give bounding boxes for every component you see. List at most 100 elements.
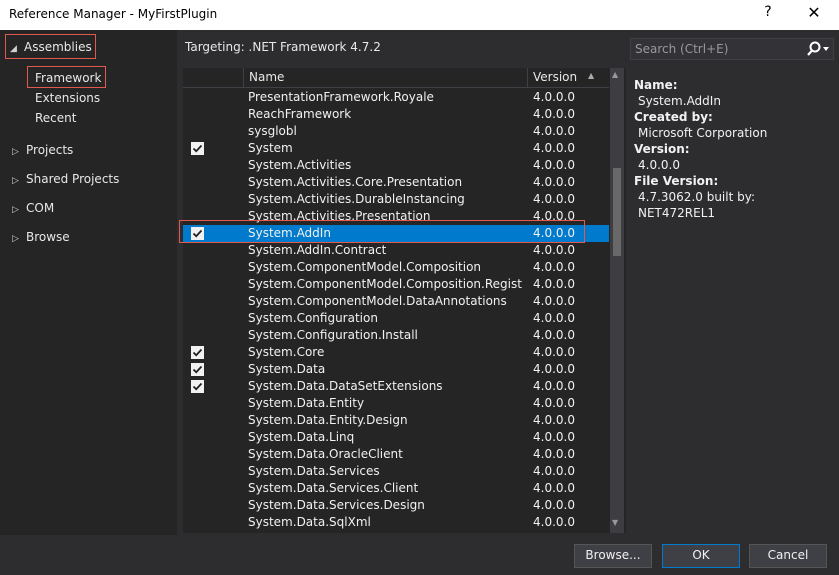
search-input[interactable]: Search (Ctrl+E): [630, 38, 834, 60]
table-row[interactable]: System.Configuration.Install 4.0.0.0: [183, 327, 609, 344]
checkbox-unchecked[interactable]: [191, 516, 204, 529]
checkbox-checked[interactable]: [191, 363, 204, 376]
row-name: System.ComponentModel.Composition: [248, 260, 482, 274]
nav-projects-label: Projects: [26, 143, 74, 157]
table-row[interactable]: sysglobl 4.0.0.0: [183, 123, 609, 140]
checkbox-unchecked[interactable]: [191, 125, 204, 138]
checkbox-unchecked[interactable]: [191, 431, 204, 444]
table-row[interactable]: System.Data.Services.Client 4.0.0.0: [183, 480, 609, 497]
row-name: System.Core: [248, 345, 325, 359]
table-row[interactable]: System.Data.Services 4.0.0.0: [183, 463, 609, 480]
table-row[interactable]: System.Activities.Core.Presentation 4.0.0…: [183, 174, 609, 191]
checkbox-unchecked[interactable]: [191, 397, 204, 410]
row-version: 4.0.0.0: [533, 175, 575, 189]
table-row[interactable]: PresentationFramework.Royale 4.0.0.0: [183, 89, 609, 106]
nav-com[interactable]: ▷ COM: [12, 201, 54, 215]
checkmark-icon: [191, 363, 204, 376]
close-button[interactable]: ✕: [800, 3, 828, 27]
table-row[interactable]: System.Data.Entity 4.0.0.0: [183, 395, 609, 412]
scroll-down-icon[interactable]: ▼: [612, 518, 618, 527]
row-name: System.Data.SqlXml: [248, 515, 371, 529]
cancel-button[interactable]: Cancel: [749, 544, 827, 568]
nav-shared-projects[interactable]: ▷ Shared Projects: [12, 172, 119, 186]
ok-button[interactable]: OK: [662, 544, 740, 568]
row-version: 4.0.0.0: [533, 345, 575, 359]
row-name: System.Data.Services.Client: [248, 481, 419, 495]
search-icon[interactable]: [804, 40, 832, 58]
row-version: 4.0.0.0: [533, 243, 575, 257]
table-row[interactable]: System.Data.Services.Design 4.0.0.0: [183, 497, 609, 514]
checkbox-unchecked[interactable]: [191, 482, 204, 495]
collapsed-arrow-icon: ▷: [12, 147, 19, 157]
detail-file-version-value: 4.7.3062.0 built by: NET472REL1: [638, 190, 755, 220]
browse-button[interactable]: Browse...: [574, 544, 652, 568]
table-row[interactable]: System.Data.Entity.Design 4.0.0.0: [183, 412, 609, 429]
collapsed-arrow-icon: ▷: [12, 205, 19, 215]
list-rows: PresentationFramework.Royale 4.0.0.0 Reach…: [183, 89, 609, 531]
row-version: 4.0.0.0: [533, 362, 575, 376]
row-name: System.Data: [248, 362, 326, 376]
scroll-up-icon[interactable]: ▲: [612, 70, 618, 79]
checkbox-unchecked[interactable]: [191, 261, 204, 274]
table-row[interactable]: System.Core 4.0.0.0: [183, 344, 609, 361]
row-version: 4.0.0.0: [533, 464, 575, 478]
checkbox-unchecked[interactable]: [191, 295, 204, 308]
checkbox-unchecked[interactable]: [191, 329, 204, 342]
table-row[interactable]: System.Data.DataSetExtensions 4.0.0.0: [183, 378, 609, 395]
nav-extensions[interactable]: Extensions: [35, 91, 100, 105]
nav-recent[interactable]: Recent: [35, 111, 76, 125]
row-version: 4.0.0.0: [533, 481, 575, 495]
nav-shared-projects-label: Shared Projects: [26, 172, 120, 186]
table-row[interactable]: System.Configuration 4.0.0.0: [183, 310, 609, 327]
checkbox-unchecked[interactable]: [191, 499, 204, 512]
table-row[interactable]: System.Data 4.0.0.0: [183, 361, 609, 378]
targeting-label: Targeting: .NET Framework 4.7.2: [185, 40, 381, 54]
row-name: System.Data.Services.Design: [248, 498, 425, 512]
row-name: System.Activities: [248, 158, 352, 172]
table-row[interactable]: System 4.0.0.0: [183, 140, 609, 157]
vertical-scrollbar[interactable]: ▲ ▼: [610, 68, 624, 533]
detail-version-label: Version:: [634, 142, 690, 156]
checkbox-unchecked[interactable]: [191, 278, 204, 291]
table-row[interactable]: System.Data.SqlXml 4.0.0.0: [183, 514, 609, 531]
checkbox-unchecked[interactable]: [191, 176, 204, 189]
checkbox-unchecked[interactable]: [191, 414, 204, 427]
left-nav: ◢ Assemblies Framework Extensions Recent …: [0, 30, 177, 535]
row-version: 4.0.0.0: [533, 396, 575, 410]
scrollbar-thumb[interactable]: [613, 168, 621, 256]
checkbox-unchecked[interactable]: [191, 159, 204, 172]
row-name: System.ComponentModel.Composition.Regist…: [248, 277, 523, 291]
checkbox-unchecked[interactable]: [191, 312, 204, 325]
row-version: 4.0.0.0: [533, 515, 575, 529]
table-row[interactable]: System.Activities 4.0.0.0: [183, 157, 609, 174]
table-row[interactable]: System.ComponentModel.DataAnnotations 4.0…: [183, 293, 609, 310]
checkbox-unchecked[interactable]: [191, 448, 204, 461]
help-button[interactable]: ?: [758, 4, 778, 26]
column-version[interactable]: Version: [533, 70, 577, 84]
table-row[interactable]: System.Data.Linq 4.0.0.0: [183, 429, 609, 446]
search-placeholder: Search (Ctrl+E): [635, 42, 729, 56]
checkbox-checked[interactable]: [191, 346, 204, 359]
table-row[interactable]: System.Activities.DurableInstancing 4.0.0…: [183, 191, 609, 208]
table-row[interactable]: System.ComponentModel.Composition.Regist…: [183, 276, 609, 293]
checkbox-unchecked[interactable]: [191, 108, 204, 121]
checkbox-unchecked[interactable]: [191, 193, 204, 206]
row-version: 4.0.0.0: [533, 90, 575, 104]
table-row[interactable]: System.Data.OracleClient 4.0.0.0: [183, 446, 609, 463]
nav-browse[interactable]: ▷ Browse: [12, 230, 70, 244]
checkbox-unchecked[interactable]: [191, 465, 204, 478]
nav-projects[interactable]: ▷ Projects: [12, 143, 73, 157]
checkbox-checked[interactable]: [191, 380, 204, 393]
checkbox-unchecked[interactable]: [191, 91, 204, 104]
checkbox-unchecked[interactable]: [191, 244, 204, 257]
collapsed-arrow-icon: ▷: [12, 234, 19, 244]
column-separator[interactable]: [243, 68, 244, 88]
row-version: 4.0.0.0: [533, 141, 575, 155]
column-name[interactable]: Name: [249, 70, 284, 84]
checkbox-checked[interactable]: [191, 142, 204, 155]
table-row[interactable]: System.AddIn.Contract 4.0.0.0: [183, 242, 609, 259]
column-separator[interactable]: [527, 68, 528, 88]
row-version: 4.0.0.0: [533, 107, 575, 121]
table-row[interactable]: ReachFramework 4.0.0.0: [183, 106, 609, 123]
table-row[interactable]: System.ComponentModel.Composition 4.0.0.0: [183, 259, 609, 276]
